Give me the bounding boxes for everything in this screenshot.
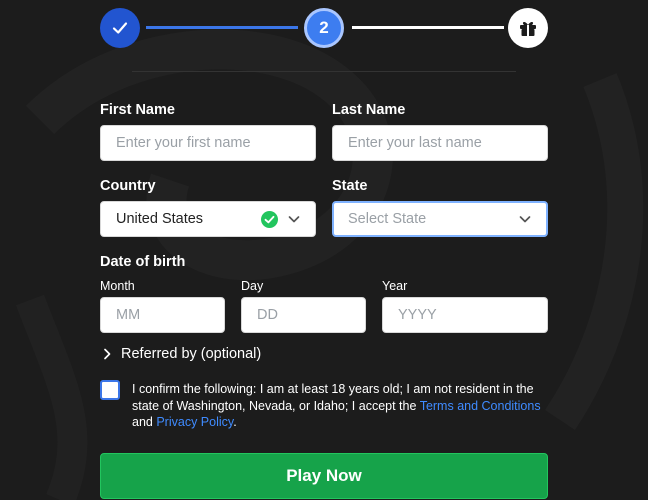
referred-by-toggle[interactable]: Referred by (optional) — [102, 346, 261, 362]
step-3-reward — [508, 8, 548, 48]
stepper-line-pending — [352, 26, 504, 29]
date-of-birth-label: Date of birth — [100, 254, 186, 270]
check-icon — [112, 22, 128, 34]
year-label: Year — [382, 279, 408, 293]
play-now-button[interactable]: Play Now — [100, 453, 548, 499]
chevron-down-icon — [288, 216, 300, 223]
country-label: Country — [100, 178, 156, 194]
consent-period: . — [233, 415, 237, 429]
day-label: Day — [241, 279, 264, 293]
state-placeholder: Select State — [348, 211, 427, 227]
terms-link[interactable]: Terms and Conditions — [420, 399, 541, 413]
progress-stepper: 2 — [0, 0, 648, 60]
consent-checkbox[interactable] — [100, 380, 120, 400]
gift-icon — [520, 21, 536, 36]
stepper-line-completed — [146, 26, 298, 29]
month-input[interactable] — [100, 297, 225, 333]
divider — [132, 71, 516, 72]
referred-by-label: Referred by (optional) — [121, 346, 262, 362]
country-select[interactable]: United States — [100, 201, 316, 237]
first-name-input[interactable] — [100, 125, 316, 161]
first-name-label: First Name — [100, 102, 175, 118]
country-value: United States — [116, 211, 204, 227]
year-input[interactable] — [382, 297, 548, 333]
last-name-input[interactable] — [332, 125, 548, 161]
month-label: Month — [100, 279, 135, 293]
step-2-current: 2 — [304, 8, 344, 48]
privacy-policy-link[interactable]: Privacy Policy — [156, 415, 233, 429]
step-1-completed — [100, 8, 140, 48]
step-2-number: 2 — [319, 18, 329, 37]
valid-check-icon — [261, 210, 278, 228]
state-select[interactable]: Select State — [332, 201, 548, 237]
day-input[interactable] — [241, 297, 366, 333]
consent-text: I confirm the following: I am at least 1… — [132, 381, 548, 431]
chevron-right-icon — [104, 348, 111, 360]
state-label: State — [332, 178, 368, 194]
consent-and: and — [132, 415, 157, 429]
chevron-down-icon — [519, 216, 531, 223]
last-name-label: Last Name — [332, 102, 406, 118]
